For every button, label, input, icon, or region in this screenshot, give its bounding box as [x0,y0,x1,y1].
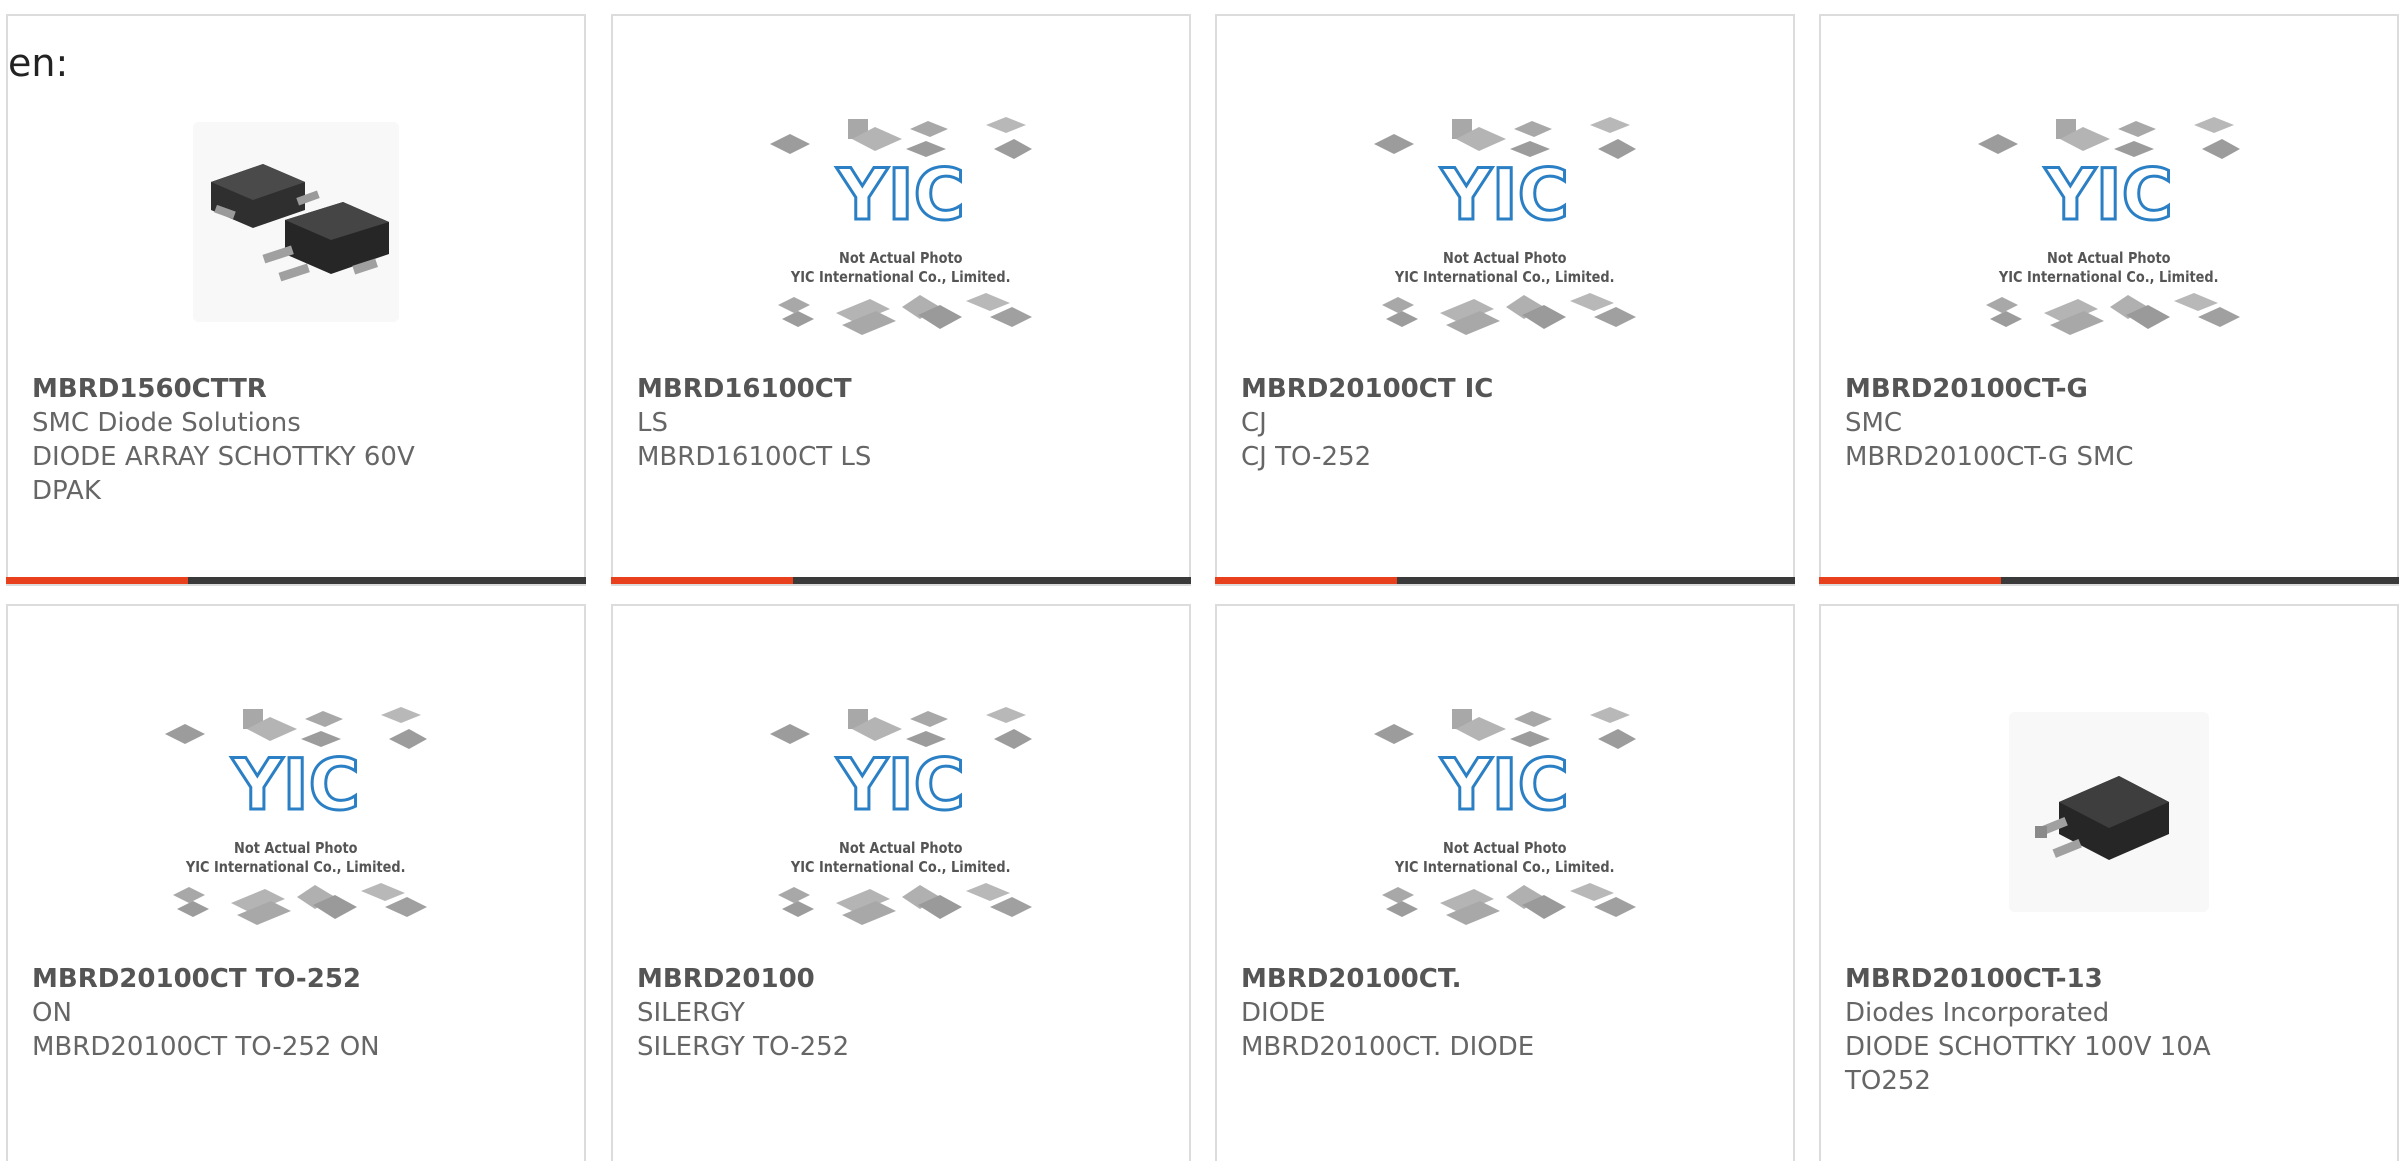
card-progress-bar [611,577,1191,584]
product-manufacturer: DIODE [1241,998,1326,1028]
yic-placeholder-image: YIC Not Actual Photo YIC International C… [770,109,1032,335]
product-card[interactable]: YIC Not Actual Photo YIC International C… [1819,14,2399,586]
product-image[interactable]: YIC Not Actual Photo YIC International C… [1821,82,2397,362]
placeholder-caption-line2: YIC International Co., Limited. [1395,268,1615,286]
chip-collage-bottom-icon [778,883,1032,925]
dpak-pair-photo [193,122,399,322]
product-manufacturer: LS [637,408,668,438]
chip-collage-bottom-icon [1382,293,1636,335]
product-image[interactable]: YIC Not Actual Photo YIC International C… [1217,82,1793,362]
product-card[interactable]: YIC Not Actual Photo YIC International C… [1215,604,1795,1161]
placeholder-caption-line1: Not Actual Photo [839,249,963,267]
yic-placeholder-image: YIC Not Actual Photo YIC International C… [1374,109,1636,335]
product-description: SILERGY TO-252 [637,1032,850,1062]
placeholder-caption-line1: Not Actual Photo [2047,249,2171,267]
card-accent-bar [611,577,793,584]
product-description: DIODE SCHOTTKY 100V 10A TO252 [1845,1032,2211,1096]
language-prefix: en: [8,41,69,85]
product-image[interactable]: YIC Not Actual Photo YIC International C… [613,82,1189,362]
yic-placeholder-image: YIC Not Actual Photo YIC International C… [1978,109,2240,335]
product-card[interactable]: YIC Not Actual Photo YIC International C… [6,604,586,1161]
chip-collage-bottom-icon [778,293,1032,335]
placeholder-caption-line1: Not Actual Photo [1443,249,1567,267]
product-manufacturer: SMC [1845,408,1903,438]
product-image[interactable]: YIC Not Actual Photo YIC International C… [8,672,584,952]
product-card[interactable]: YIC Not Actual Photo YIC International C… [1215,14,1795,586]
placeholder-caption-line2: YIC International Co., Limited. [791,858,1011,876]
product-name[interactable]: MBRD20100CT-13 [1845,962,2377,996]
chip-collage-icon: YIC [1374,707,1636,828]
product-description: CJ TO-252 [1241,442,1372,472]
card-progress-bar [1215,577,1795,584]
chip-collage-bottom-icon [173,883,427,925]
product-description: MBRD20100CT. DIODE [1241,1032,1535,1062]
product-name[interactable]: MBRD20100CT TO-252 [32,962,564,996]
placeholder-caption-line2: YIC International Co., Limited. [791,268,1011,286]
chip-collage-icon: YIC [770,117,1032,238]
placeholder-caption-line2: YIC International Co., Limited. [1395,858,1615,876]
yic-placeholder-image: YIC Not Actual Photo YIC International C… [1374,699,1636,925]
placeholder-caption-line1: Not Actual Photo [839,839,963,857]
product-manufacturer: Diodes Incorporated [1845,998,2110,1028]
chip-collage-icon: YIC [165,707,427,828]
svg-text:YIC: YIC [2044,154,2173,236]
product-manufacturer: SILERGY [637,998,745,1028]
svg-text:YIC: YIC [1440,154,1569,236]
chip-collage-icon: YIC [770,707,1032,828]
svg-text:YIC: YIC [1440,744,1569,826]
product-description: DIODE ARRAY SCHOTTKY 60V DPAK [32,442,415,506]
placeholder-caption-line1: Not Actual Photo [1443,839,1567,857]
product-card[interactable]: MBRD20100CT-13 Diodes Incorporated DIODE… [1819,604,2399,1161]
yic-placeholder-image: YIC Not Actual Photo YIC International C… [165,699,427,925]
chip-collage-bottom-icon [1986,293,2240,335]
product-name[interactable]: MBRD20100CT. [1241,962,1773,996]
product-card[interactable]: MBRD1560CTTR SMC Diode Solutions DIODE A… [6,14,586,586]
chip-collage-icon: YIC [1978,117,2240,238]
product-manufacturer: ON [32,998,72,1028]
card-accent-bar [1215,577,1397,584]
product-image[interactable]: YIC Not Actual Photo YIC International C… [1217,672,1793,952]
card-progress-bar [6,577,586,584]
yic-placeholder-image: YIC Not Actual Photo YIC International C… [770,699,1032,925]
card-accent-bar [6,577,188,584]
product-image[interactable] [8,82,584,362]
chip-collage-icon: YIC [1374,117,1636,238]
placeholder-caption-line2: YIC International Co., Limited. [186,858,406,876]
product-name[interactable]: MBRD20100 [637,962,1169,996]
card-progress-bar [1819,577,2399,584]
product-card[interactable]: YIC Not Actual Photo YIC International C… [611,14,1191,586]
placeholder-caption-line2: YIC International Co., Limited. [1999,268,2219,286]
placeholder-caption-line1: Not Actual Photo [234,839,358,857]
svg-text:YIC: YIC [836,744,965,826]
product-description: MBRD20100CT-G SMC [1845,442,2134,472]
product-description: MBRD20100CT TO-252 ON [32,1032,380,1062]
product-description: MBRD16100CT LS [637,442,872,472]
product-image[interactable] [1821,672,2397,952]
product-name[interactable]: MBRD20100CT-G [1845,372,2377,406]
product-name[interactable]: MBRD16100CT [637,372,1169,406]
chip-collage-bottom-icon [1382,883,1636,925]
product-image[interactable]: YIC Not Actual Photo YIC International C… [613,672,1189,952]
product-manufacturer: SMC Diode Solutions [32,408,301,438]
svg-text:YIC: YIC [836,154,965,236]
product-manufacturer: CJ [1241,408,1267,438]
product-name[interactable]: MBRD1560CTTR [32,372,564,406]
product-name[interactable]: MBRD20100CT IC [1241,372,1773,406]
product-card[interactable]: YIC Not Actual Photo YIC International C… [611,604,1191,1161]
to252-single-photo [2009,712,2209,912]
card-accent-bar [1819,577,2001,584]
svg-text:YIC: YIC [231,744,360,826]
product-grid-page: en: MBRD1560CTTR SMC Diode Solutions DIO… [0,0,2400,1161]
